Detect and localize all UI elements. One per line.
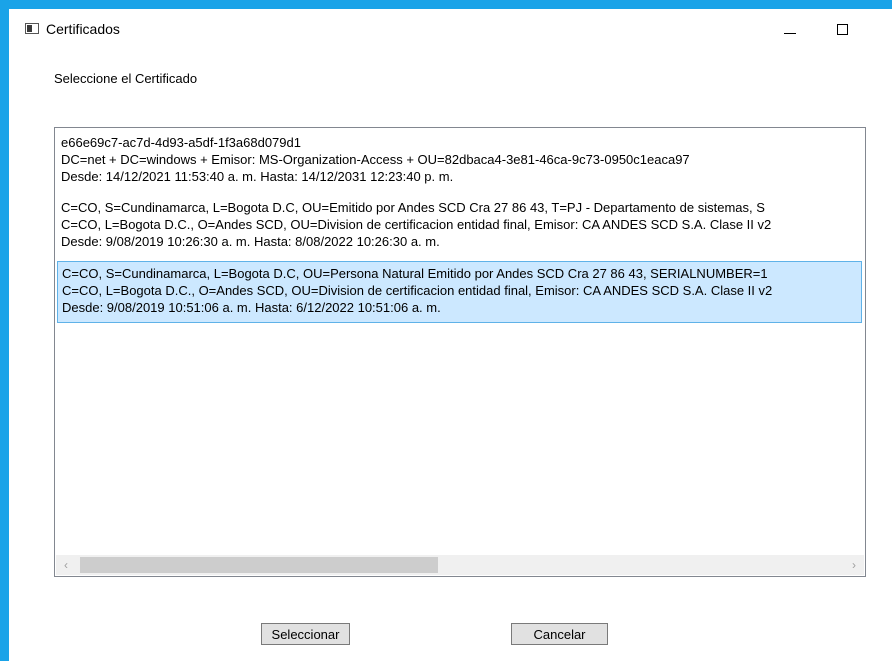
certificate-issuer: C=CO, L=Bogota D.C., O=Andes SCD, OU=Div…	[61, 217, 772, 232]
certificate-list[interactable]: e66e69c7-ac7d-4d93-a5df-1f3a68d079d1 DC=…	[54, 127, 866, 577]
maximize-button[interactable]	[819, 13, 865, 45]
minimize-button[interactable]	[767, 13, 813, 45]
certificate-subject: C=CO, S=Cundinamarca, L=Bogota D.C, OU=E…	[61, 200, 765, 215]
certificate-validity: Desde: 14/12/2021 11:53:40 a. m. Hasta: …	[61, 169, 454, 184]
certificate-subject: C=CO, S=Cundinamarca, L=Bogota D.C, OU=P…	[62, 266, 768, 281]
certificate-issuer: C=CO, L=Bogota D.C., O=Andes SCD, OU=Div…	[62, 283, 773, 298]
certificate-issuer: DC=net + DC=windows + Emisor: MS-Organiz…	[61, 152, 690, 167]
select-certificate-label: Seleccione el Certificado	[54, 71, 198, 86]
window-app-icon	[25, 23, 39, 34]
window-border-top	[0, 0, 892, 9]
certificate-item[interactable]: e66e69c7-ac7d-4d93-a5df-1f3a68d079d1 DC=…	[57, 131, 865, 196]
select-button[interactable]: Seleccionar	[261, 623, 350, 645]
certificate-validity: Desde: 9/08/2019 10:26:30 a. m. Hasta: 8…	[61, 234, 440, 249]
chevron-right-icon[interactable]: ›	[844, 555, 864, 575]
certificate-item-selected[interactable]: C=CO, S=Cundinamarca, L=Bogota D.C, OU=P…	[57, 261, 862, 323]
certificate-subject: e66e69c7-ac7d-4d93-a5df-1f3a68d079d1	[61, 135, 301, 150]
minimize-icon	[784, 32, 796, 34]
chevron-left-icon[interactable]: ‹	[56, 555, 76, 575]
scrollbar-thumb[interactable]	[80, 557, 438, 573]
title-bar[interactable]: Certificados	[9, 9, 892, 49]
window-border-left	[0, 0, 9, 661]
horizontal-scrollbar[interactable]: ‹ ›	[56, 555, 864, 575]
certificate-item[interactable]: C=CO, S=Cundinamarca, L=Bogota D.C, OU=E…	[57, 196, 865, 261]
window-title: Certificados	[46, 21, 120, 37]
certificate-validity: Desde: 9/08/2019 10:51:06 a. m. Hasta: 6…	[62, 300, 441, 315]
maximize-icon	[836, 23, 848, 35]
cancel-button[interactable]: Cancelar	[511, 623, 608, 645]
